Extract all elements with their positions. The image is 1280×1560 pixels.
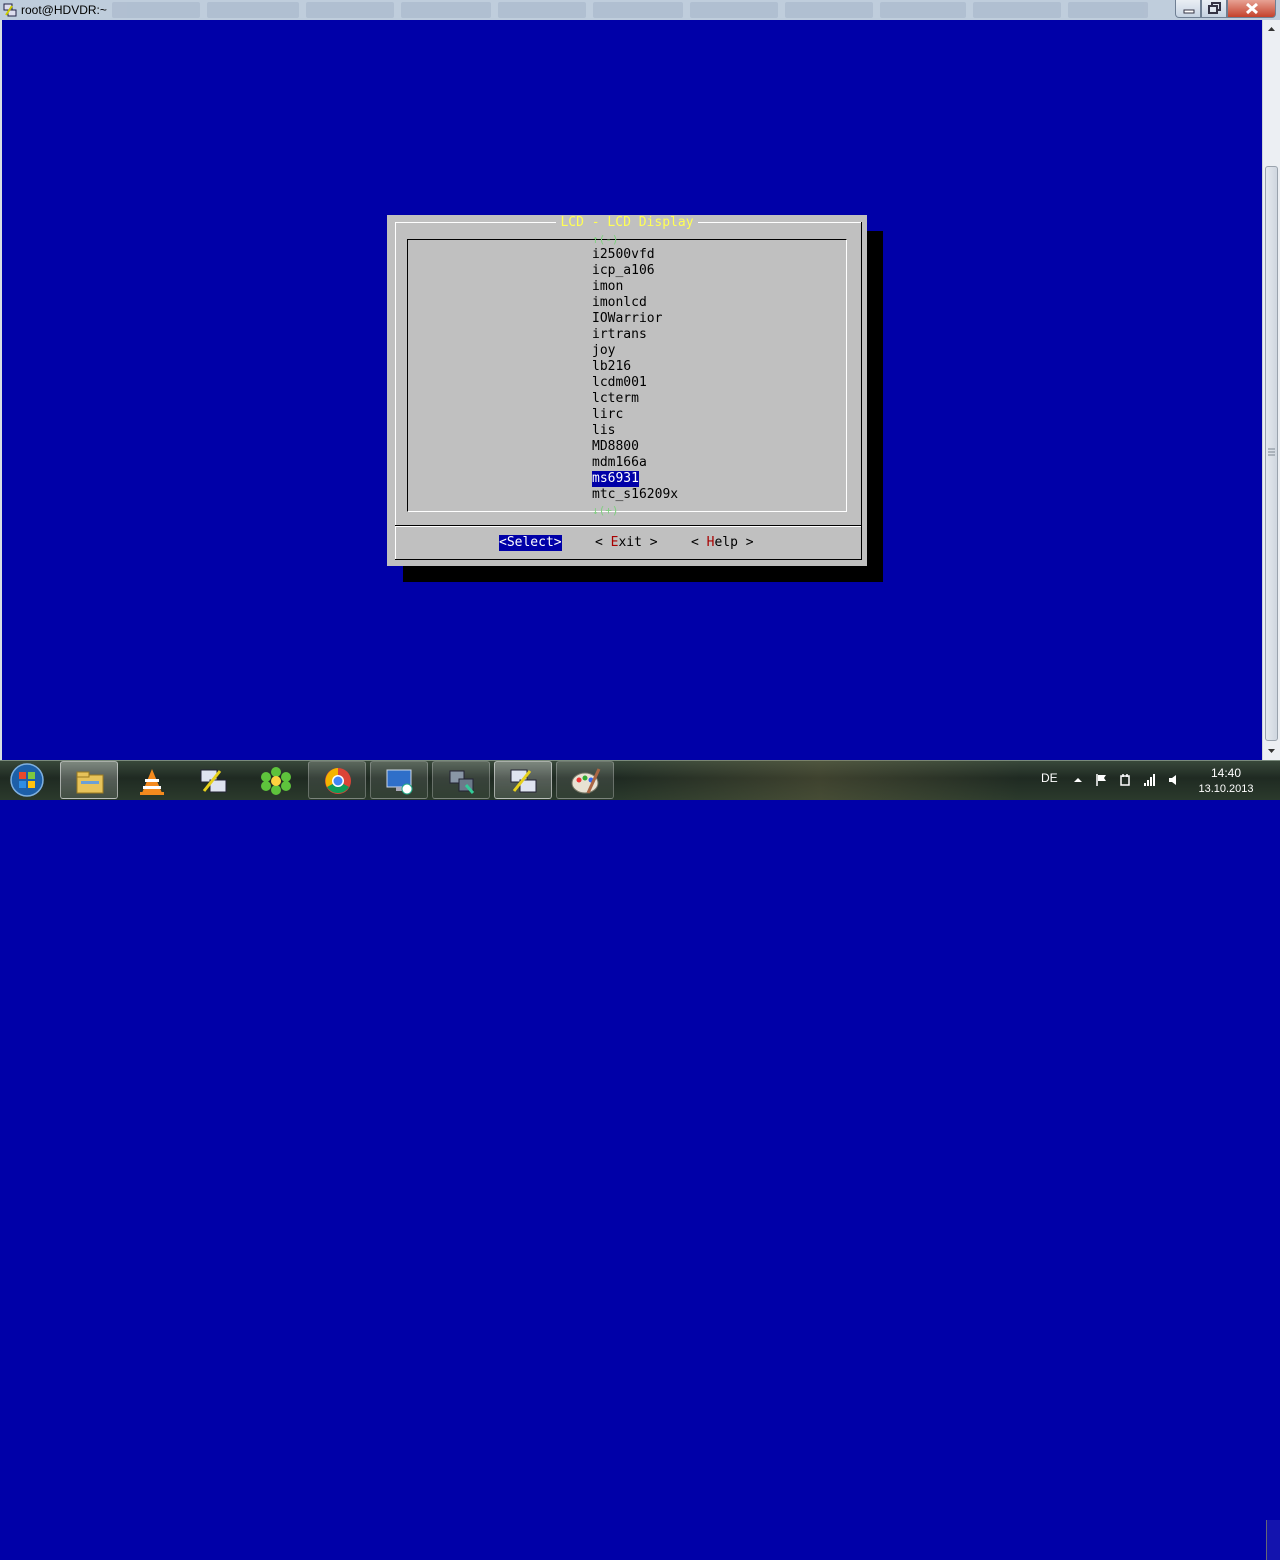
- exit-button[interactable]: < Exit >: [595, 535, 658, 551]
- terminal-scrollbar[interactable]: [1262, 20, 1280, 760]
- scroll-up-indicator: ↑(-): [592, 233, 619, 246]
- close-icon: [1245, 2, 1259, 15]
- putty-icon: [200, 769, 227, 793]
- chrome-icon: [325, 768, 351, 794]
- list-item[interactable]: i2500vfd: [592, 247, 655, 263]
- taskbar-remote-desktop[interactable]: [370, 761, 428, 799]
- list-item-selected[interactable]: ms6931: [592, 471, 639, 487]
- minimize-icon: [1183, 9, 1195, 14]
- taskbar-putty-active[interactable]: [494, 761, 552, 799]
- dialog-title: LCD - LCD Display: [387, 215, 867, 231]
- action-center-flag-icon[interactable]: [1094, 773, 1108, 787]
- window-title: root@HDVDR:~: [21, 3, 107, 17]
- scroll-up-arrow-icon[interactable]: [1263, 20, 1280, 38]
- taskbar-paint[interactable]: [556, 761, 614, 799]
- driver-list[interactable]: ↑(-) i2500vfd icp_a106 imon imonlcd IOWarrio…: [407, 234, 847, 517]
- taskbar-explorer[interactable]: [60, 761, 118, 799]
- windows-start-icon: [10, 763, 44, 797]
- volume-icon[interactable]: [1167, 773, 1181, 787]
- putty-icon: [3, 3, 17, 17]
- list-item[interactable]: lcdm001: [592, 375, 647, 391]
- list-item[interactable]: mdm166a: [592, 455, 647, 471]
- start-button[interactable]: [4, 760, 48, 800]
- background-tabs: [112, 2, 1152, 18]
- list-item[interactable]: lcterm: [592, 391, 639, 407]
- scrollbar-thumb[interactable]: [1265, 166, 1278, 741]
- list-item[interactable]: mtc_s16209x: [592, 487, 678, 503]
- scroll-down-indicator: ↓(+): [592, 504, 619, 517]
- taskbar-network-tool[interactable]: [432, 761, 490, 799]
- list-item[interactable]: lirc: [592, 407, 623, 423]
- select-button[interactable]: <Select>: [499, 535, 562, 551]
- restore-icon: [1208, 2, 1221, 14]
- remote-desktop-icon: [386, 769, 413, 795]
- window-title-bar[interactable]: root@HDVDR:~: [0, 0, 1280, 20]
- scroll-down-arrow-icon[interactable]: [1263, 742, 1280, 760]
- putty-icon: [510, 769, 537, 793]
- close-button[interactable]: [1227, 0, 1276, 18]
- list-item[interactable]: lis: [592, 423, 615, 439]
- network-tool-icon: [449, 770, 475, 794]
- clock-date[interactable]: 13.10.2013: [1196, 783, 1256, 795]
- show-hidden-icons-icon[interactable]: [1071, 773, 1085, 787]
- clock-time[interactable]: 14:40: [1200, 766, 1252, 780]
- vlc-icon: [140, 769, 164, 795]
- list-item[interactable]: icp_a106: [592, 263, 655, 279]
- list-item[interactable]: lb216: [592, 359, 631, 375]
- taskbar: [0, 760, 1280, 1560]
- show-desktop-button[interactable]: [1266, 1520, 1280, 1560]
- list-item[interactable]: joy: [592, 343, 615, 359]
- list-item[interactable]: imon: [592, 279, 623, 295]
- list-item[interactable]: IOWarrior: [592, 311, 662, 327]
- taskbar-chrome[interactable]: [308, 761, 366, 799]
- icq-icon: [261, 767, 291, 795]
- taskbar-putty[interactable]: [184, 761, 242, 799]
- list-item[interactable]: irtrans: [592, 327, 647, 343]
- restore-button[interactable]: [1201, 0, 1227, 18]
- lcd-driver-dialog: LCD - LCD Display ↑(-) i2500vfd icp_a106 i…: [387, 215, 867, 566]
- help-button[interactable]: < Help >: [691, 535, 754, 551]
- dialog-buttons: <Select> < Exit > < Help >: [387, 535, 867, 551]
- paint-icon: [571, 768, 601, 794]
- window-left-border: [0, 20, 2, 760]
- windows-explorer-icon: [76, 771, 104, 794]
- list-item[interactable]: imonlcd: [592, 295, 647, 311]
- taskbar-icq[interactable]: [246, 761, 304, 799]
- list-item[interactable]: MD8800: [592, 439, 639, 455]
- network-signal-icon[interactable]: [1143, 773, 1157, 787]
- language-indicator[interactable]: DE: [1041, 771, 1058, 785]
- minimize-button[interactable]: [1175, 0, 1201, 18]
- power-icon[interactable]: [1118, 773, 1132, 787]
- taskbar-vlc[interactable]: [122, 761, 180, 799]
